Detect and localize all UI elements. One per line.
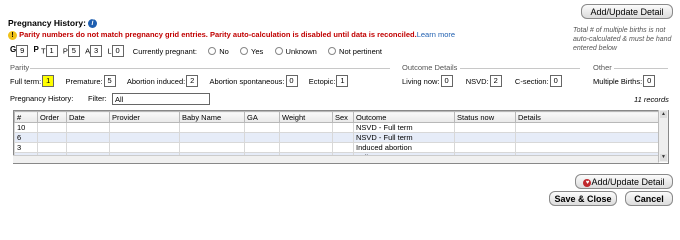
col-ga[interactable]: GA <box>244 111 280 123</box>
parity-row: Full term: 1 Premature: 5 Abortion induced… <box>10 75 351 87</box>
records-count: 11 records <box>634 95 669 104</box>
cell-outcome: NSVD - Full term <box>353 132 455 143</box>
cell-outcome: NSVD - Full term <box>353 122 455 133</box>
col-outcome[interactable]: Outcome <box>353 111 455 123</box>
nsvd-label: NSVD: <box>465 76 489 86</box>
col-weight[interactable]: Weight <box>279 111 333 123</box>
cancel-button[interactable]: Cancel <box>625 191 673 206</box>
grid-horizontal-scrollbar[interactable] <box>13 155 658 163</box>
add-update-bottom-label: Add/Update Detail <box>591 177 665 187</box>
abortion-induced-field[interactable]: 2 <box>186 75 199 87</box>
multiple-births-note: Total # of multiple births is not auto-c… <box>573 27 672 52</box>
grid-vertical-scrollbar[interactable]: ▲ ▼ <box>658 110 668 162</box>
cell-number: 10 <box>14 122 38 133</box>
radio-unknown-label: Unknown <box>285 46 317 56</box>
cell-outcome: Induced abortion <box>353 142 455 153</box>
warning-icon: ! <box>8 30 17 40</box>
col-status-now[interactable]: Status now <box>454 111 516 123</box>
radio-not-pertinent[interactable] <box>328 47 337 55</box>
col-sex[interactable]: Sex <box>332 111 354 123</box>
term-field[interactable]: 1 <box>45 45 58 57</box>
multiple-births-label: Multiple Births: <box>593 76 643 86</box>
multiple-births-field[interactable]: 0 <box>643 75 656 87</box>
gravida-field[interactable]: 9 <box>16 45 29 57</box>
outcome-row: Living now: 0 NSVD: 2 C-section: 0 <box>402 75 565 87</box>
table-row[interactable]: 10 NSVD - Full term <box>14 122 659 133</box>
scroll-up-icon[interactable]: ▲ <box>660 111 667 118</box>
outcome-section-label: Outcome Details <box>402 63 458 72</box>
table-row[interactable]: 3 Induced abortion <box>14 142 659 153</box>
gtpal-row: G9 P T1 P5 A3 L0 Currently pregnant: No … <box>10 45 382 57</box>
abortion-induced-label: Abortion induced: <box>126 76 186 86</box>
pregnancy-history-title: Pregnancy History: i <box>8 18 97 29</box>
table-row[interactable]: 6 NSVD - Full term <box>14 132 659 143</box>
c-section-field[interactable]: 0 <box>549 75 562 87</box>
add-update-detail-bottom-button[interactable]: ♥ Add/Update Detail <box>575 174 673 189</box>
col-number[interactable]: # <box>14 111 38 123</box>
info-icon[interactable]: i <box>87 19 97 29</box>
living-now-field[interactable]: 0 <box>440 75 453 87</box>
cell-number: 3 <box>14 142 38 153</box>
add-update-detail-top-button[interactable]: Add/Update Detail <box>581 4 673 19</box>
radio-no[interactable] <box>208 47 217 55</box>
abortion-spontaneous-field[interactable]: 0 <box>285 75 298 87</box>
cell-number: 6 <box>14 132 38 143</box>
premature-label: Premature: <box>65 76 103 86</box>
preterm-field[interactable]: 5 <box>67 45 80 57</box>
ectopic-label: Ectopic: <box>308 76 336 86</box>
col-date[interactable]: Date <box>66 111 110 123</box>
abortion-field[interactable]: 3 <box>90 45 103 57</box>
col-order[interactable]: Order <box>37 111 67 123</box>
radio-yes[interactable] <box>240 47 249 55</box>
living-now-label: Living now: <box>402 76 440 86</box>
radio-no-label: No <box>219 46 229 56</box>
parity-warning: ! Parity numbers do not match pregnancy … <box>8 30 455 40</box>
full-term-field[interactable]: 1 <box>42 75 55 87</box>
learn-more-link[interactable]: Learn more <box>417 30 455 39</box>
filter-input[interactable] <box>112 93 210 105</box>
col-baby-name[interactable]: Baby Name <box>179 111 245 123</box>
ectopic-field[interactable]: 1 <box>336 75 349 87</box>
title-text: Pregnancy History: <box>8 18 86 28</box>
nsvd-field[interactable]: 2 <box>489 75 502 87</box>
premature-field[interactable]: 5 <box>103 75 116 87</box>
currently-pregnant-label: Currently pregnant: <box>132 46 197 56</box>
warning-text: Parity numbers do not match pregnancy gr… <box>19 30 417 39</box>
col-details[interactable]: Details <box>515 111 659 123</box>
col-provider[interactable]: Provider <box>109 111 180 123</box>
save-close-button[interactable]: Save & Close <box>549 191 617 206</box>
other-section-label: Other <box>593 63 612 72</box>
radio-yes-label: Yes <box>251 46 264 56</box>
living-field[interactable]: 0 <box>111 45 124 57</box>
filter-label: Filter: <box>88 94 107 103</box>
pregnancy-history-label: Pregnancy History: <box>10 94 74 103</box>
c-section-label: C-section: <box>514 76 549 86</box>
scroll-down-icon[interactable]: ▼ <box>660 154 667 161</box>
parity-section-label: Parity <box>10 63 30 72</box>
full-term-label: Full term: <box>10 76 42 86</box>
radio-not-pertinent-label: Not pertinent <box>339 46 382 56</box>
other-row: Multiple Births: 0 <box>593 75 658 87</box>
radio-unknown[interactable] <box>274 47 283 55</box>
abortion-spontaneous-label: Abortion spontaneous: <box>209 76 285 86</box>
grid-header-row: # Order Date Provider Baby Name GA Weigh… <box>14 111 659 123</box>
